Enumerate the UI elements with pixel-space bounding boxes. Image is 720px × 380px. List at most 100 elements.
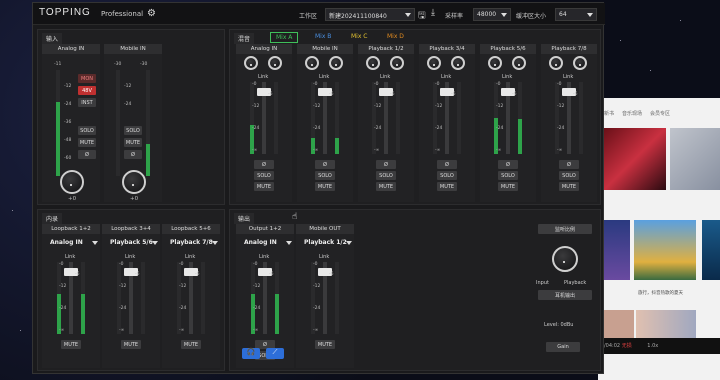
pan-knob[interactable] [244,56,258,70]
headphone-icon[interactable]: 🎧 [242,348,260,359]
tab-mix-b[interactable]: Mix B [310,32,336,41]
solo-button[interactable]: SOLO [78,126,96,135]
db-label: -24 [64,102,72,107]
link-label: Link [563,74,574,80]
mon-button[interactable]: MON [78,74,96,83]
pan-knob[interactable] [488,56,502,70]
level-meter [275,262,279,334]
mute-button[interactable]: MUTE [254,182,274,191]
level-meter [433,82,437,154]
pan-knob[interactable] [305,56,319,70]
channel-name: Analog IN [42,44,100,54]
phase-button[interactable]: Ø [315,160,335,169]
mute-button[interactable]: MUTE [181,340,201,349]
level-meter [146,70,150,176]
db-label: -24 [313,306,321,311]
pan-knob[interactable] [268,56,282,70]
source-select[interactable]: Playback 5/6 [110,239,153,246]
mute-button[interactable]: MUTE [78,138,96,147]
tab-mix-c[interactable]: Mix C [346,32,373,41]
phase-button[interactable]: Ø [498,160,518,169]
speed-label: 1.0x [647,343,659,349]
download-icon[interactable]: ⤓ [431,8,435,18]
source-select[interactable]: Analog IN [244,239,277,246]
channel-name: Mobile IN [104,44,162,54]
source-select[interactable]: Playback 1/2 [304,239,347,246]
playlist-image [702,220,720,280]
pan-knob[interactable] [451,56,465,70]
db-label: -12 [252,104,260,109]
channel-name: Output 1+2 [236,224,294,234]
db-label: -0 [313,262,318,267]
phase-button[interactable]: Ø [437,160,457,169]
gain-knob[interactable] [122,170,146,194]
pan-knob[interactable] [427,56,441,70]
mute-button[interactable]: MUTE [121,340,141,349]
gain-knob[interactable] [60,170,84,194]
db-label: -6 [512,92,517,97]
pan-knob[interactable] [329,56,343,70]
level-meter [555,82,559,154]
monitor-playback-label: Playback [564,280,587,286]
pan-knob[interactable] [573,56,587,70]
db-label: -24 [557,126,565,131]
samplerate-select[interactable]: 48000 [473,8,511,21]
chevron-down-icon[interactable] [92,241,98,245]
mute-button[interactable]: MUTE [498,182,518,191]
monitor-input-label: Input [536,280,549,286]
source-select[interactable]: Playback 7/8 [170,239,213,246]
phase-button[interactable]: Ø [254,160,274,169]
solo-button[interactable]: SOLO [498,171,518,180]
mute-button[interactable]: MUTE [559,182,579,191]
mute-button[interactable]: MUTE [61,340,81,349]
mute-button[interactable]: MUTE [437,182,457,191]
channel-name: Mobile OUT [296,224,354,234]
mute-button[interactable]: MUTE [376,182,396,191]
db-label: -60 [64,156,72,161]
phase-button[interactable]: Ø [376,160,396,169]
solo-button[interactable]: SOLO [124,126,142,135]
inst-button[interactable]: INST [78,98,96,107]
mute-button[interactable]: MUTE [315,182,335,191]
tab-mix-a[interactable]: Mix A [270,32,299,43]
pan-knob[interactable] [390,56,404,70]
workspace-select[interactable]: 新建202411100840 [325,8,415,21]
db-label: -24 [124,102,132,107]
phase-button[interactable]: Ø [559,160,579,169]
mute-button[interactable]: MUTE [124,138,142,147]
db-label: -∞ [119,328,125,333]
solo-button[interactable]: SOLO [559,171,579,180]
db-label: -12 [179,284,187,289]
channel-strip: Playback 3/4 Link -0 -6 -12 -24 -∞ Ø SOLO M… [419,44,475,202]
chevron-down-icon[interactable] [212,241,218,245]
tab-mix-d[interactable]: Mix D [382,32,409,41]
solo-button[interactable]: SOLO [315,171,335,180]
chevron-down-icon[interactable] [346,241,352,245]
chevron-down-icon [587,13,593,17]
db-label: -0 [496,82,501,87]
phase-button[interactable]: Ø [78,150,96,159]
chevron-down-icon[interactable] [286,241,292,245]
monitor-ratio-knob[interactable] [552,246,578,272]
line-out-icon[interactable]: ⟋ [266,348,284,359]
solo-button[interactable]: SOLO [376,171,396,180]
pan-knob[interactable] [366,56,380,70]
db-label: -12 [119,284,127,289]
solo-button[interactable]: SOLO [437,171,457,180]
link-label: Link [65,254,76,260]
db-label: -24 [59,306,67,311]
buffer-select[interactable]: 64 [555,8,597,21]
source-select[interactable]: Analog IN [50,239,83,246]
level-meter [518,82,522,154]
gear-icon[interactable]: ⚙ [147,8,156,19]
mute-button[interactable]: MUTE [315,340,335,349]
solo-button[interactable]: SOLO [254,171,274,180]
pan-knob[interactable] [512,56,526,70]
chevron-down-icon[interactable] [152,241,158,245]
phase-button[interactable]: Ø [124,150,142,159]
gain-button[interactable]: Gain [546,342,580,352]
pan-knob[interactable] [549,56,563,70]
save-icon[interactable]: 🖫 [418,8,426,24]
48v-button[interactable]: 48V [78,86,96,95]
channel-strip: Mobile IN Link -0 -6 -12 -24 -∞ Ø SOLO MUTE [297,44,353,202]
